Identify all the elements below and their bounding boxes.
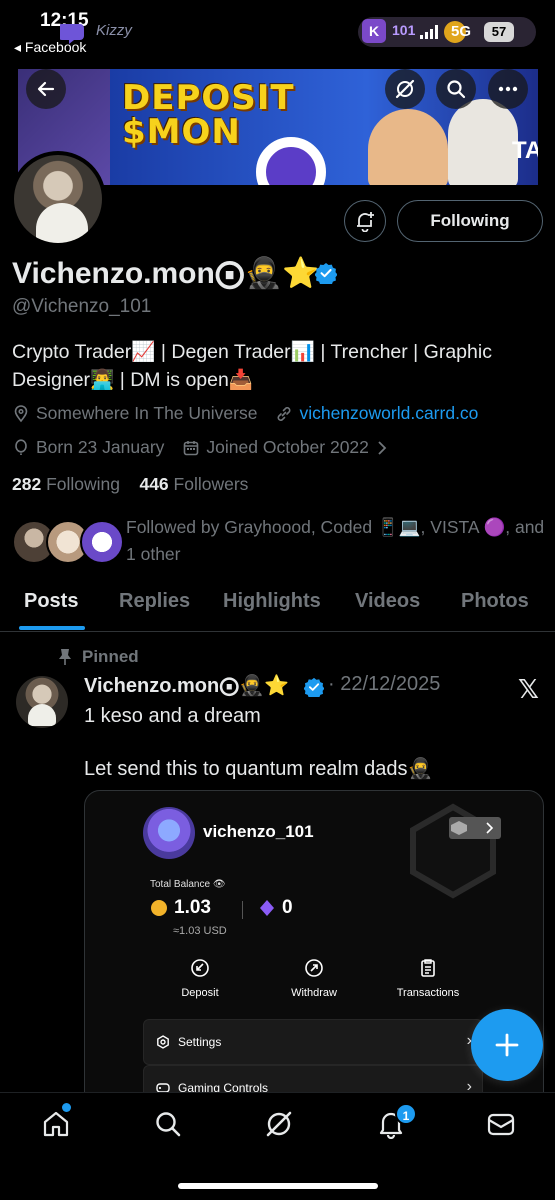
tab-photos[interactable]: Photos	[461, 590, 529, 613]
profile-display-name: Vichenzo.mon⨀🥷⭐	[12, 257, 320, 290]
location-text: Somewhere In The Universe	[36, 403, 258, 423]
coin-icon	[151, 900, 167, 916]
notification-badge: 1	[395, 1103, 417, 1125]
search-icon	[447, 80, 466, 99]
gem-balance: 0	[282, 897, 293, 918]
k-badge-icon: K	[362, 19, 386, 43]
wallet-username: vichenzo_101	[203, 822, 314, 841]
messages-icon[interactable]	[486, 1109, 516, 1139]
banner-title: DEPOSIT $MON	[122, 81, 295, 149]
follow-counts: 282 Following 446 Followers	[12, 474, 248, 495]
banner-title-line1: DEPOSIT	[122, 78, 295, 118]
location-pin-icon	[14, 404, 28, 422]
location-item: Somewhere In The Universe	[12, 403, 257, 424]
wallet-badge-chip	[449, 817, 501, 839]
banner-corner-text: TA	[512, 137, 538, 164]
active-tab-indicator	[19, 626, 85, 630]
network-type: 5G	[451, 23, 472, 40]
verified-badge-icon	[315, 263, 337, 284]
withdraw-icon	[305, 959, 323, 977]
kizzy-label: Kizzy	[96, 22, 132, 39]
status-bar: 12:15 ◂ Facebook Kizzy K 101 5G 57	[0, 0, 555, 62]
clipboard-icon	[421, 959, 435, 977]
plus-icon	[495, 1033, 519, 1057]
more-button[interactable]	[488, 69, 528, 109]
grok-button[interactable]	[385, 69, 425, 109]
followed-by-avatars[interactable]	[12, 520, 124, 566]
post-author-avatar[interactable]	[16, 676, 68, 728]
k-count: 101	[392, 22, 416, 38]
followed-by-text[interactable]: Followed by Grayhoood, Coded 📱💻, VISTA 🟣…	[126, 514, 546, 568]
usd-balance: ≈1.03 USD	[173, 925, 227, 937]
website-item[interactable]: vichenzoworld.carrd.co	[275, 403, 478, 424]
signal-icon	[420, 25, 438, 39]
followers-stat[interactable]: 446 Followers	[139, 474, 248, 494]
back-button[interactable]	[26, 69, 66, 109]
tab-videos[interactable]: Videos	[355, 590, 420, 613]
profile-meta-row-2: Born 23 January Joined October 2022	[12, 437, 413, 458]
calendar-icon	[184, 440, 199, 455]
following-stat[interactable]: 282 Following	[12, 474, 120, 494]
link-icon	[277, 406, 291, 421]
compose-post-button[interactable]	[471, 1009, 543, 1081]
following-button[interactable]: Following	[397, 200, 543, 242]
birthday-text: Born 23 January	[36, 437, 165, 457]
balloon-icon	[15, 438, 27, 455]
wallet-settings-row: Settings ›	[143, 1019, 483, 1065]
withdraw-action: Withdraw	[269, 957, 359, 999]
search-profile-button[interactable]	[436, 69, 476, 109]
post-author-name[interactable]: Vichenzo.mon⨀🥷⭐	[84, 675, 289, 697]
notify-button[interactable]	[344, 200, 386, 242]
deposit-action: Deposit	[155, 957, 245, 999]
birthday-item: Born 23 January	[12, 437, 164, 458]
tab-posts[interactable]: Posts	[24, 590, 78, 613]
tab-highlights[interactable]: Highlights	[223, 590, 321, 613]
banner-character-right	[448, 99, 518, 185]
home-unread-dot	[62, 1103, 71, 1112]
post-text-line2: Let send this to quantum realm dads🥷	[84, 758, 433, 780]
website-link[interactable]: vichenzoworld.carrd.co	[299, 403, 478, 424]
follower-avatar	[80, 520, 124, 564]
arrow-left-icon	[37, 81, 55, 97]
chevron-right-icon	[378, 440, 387, 455]
home-icon[interactable]	[41, 1109, 71, 1139]
deposit-icon	[191, 959, 209, 977]
profile-meta-row-1: Somewhere In The Universe vichenzoworld.…	[12, 403, 496, 424]
profile-bio: Crypto Trader📈 | Degen Trader📊 | Trenche…	[12, 341, 492, 391]
grok-icon	[395, 79, 415, 99]
verified-badge-icon	[304, 677, 324, 697]
wallet-avatar	[143, 807, 195, 859]
balance-divider	[242, 901, 243, 919]
profile-tabs: Posts Replies Highlights Videos Photos	[0, 578, 555, 632]
joined-text: Joined October 2022	[206, 437, 369, 457]
profile-avatar[interactable]	[10, 151, 106, 247]
battery-indicator: 57	[484, 22, 514, 42]
total-balance-label: Total Balance 👁	[150, 879, 226, 890]
post-date: · 22/12/2025	[328, 673, 441, 695]
post-media[interactable]: vichenzo_101 Total Balance 👁 1.03 0 ≈1.0…	[84, 790, 544, 1120]
joined-item[interactable]: Joined October 2022	[182, 437, 394, 458]
profile-handle: @Vichenzo_101	[12, 296, 152, 317]
banner-character-center	[368, 109, 448, 185]
pin-icon	[59, 649, 71, 665]
tab-replies[interactable]: Replies	[119, 590, 190, 613]
x-logo-icon: 𝕏	[518, 674, 539, 704]
search-icon[interactable]	[153, 1109, 183, 1139]
transactions-action: Transactions	[383, 957, 473, 999]
grok-icon[interactable]	[264, 1109, 294, 1139]
more-dots-icon	[498, 86, 518, 92]
gem-icon	[260, 900, 274, 916]
bell-plus-icon	[357, 212, 374, 232]
home-indicator	[178, 1183, 378, 1189]
pinned-label: Pinned	[82, 647, 139, 666]
coin-balance: 1.03	[174, 897, 211, 918]
post-header: Vichenzo.mon⨀🥷⭐	[84, 673, 289, 698]
pinned-indicator: Pinned	[58, 647, 139, 667]
settings-icon	[157, 1035, 169, 1049]
post-text-line1: 1 keso and a dream	[84, 705, 261, 727]
